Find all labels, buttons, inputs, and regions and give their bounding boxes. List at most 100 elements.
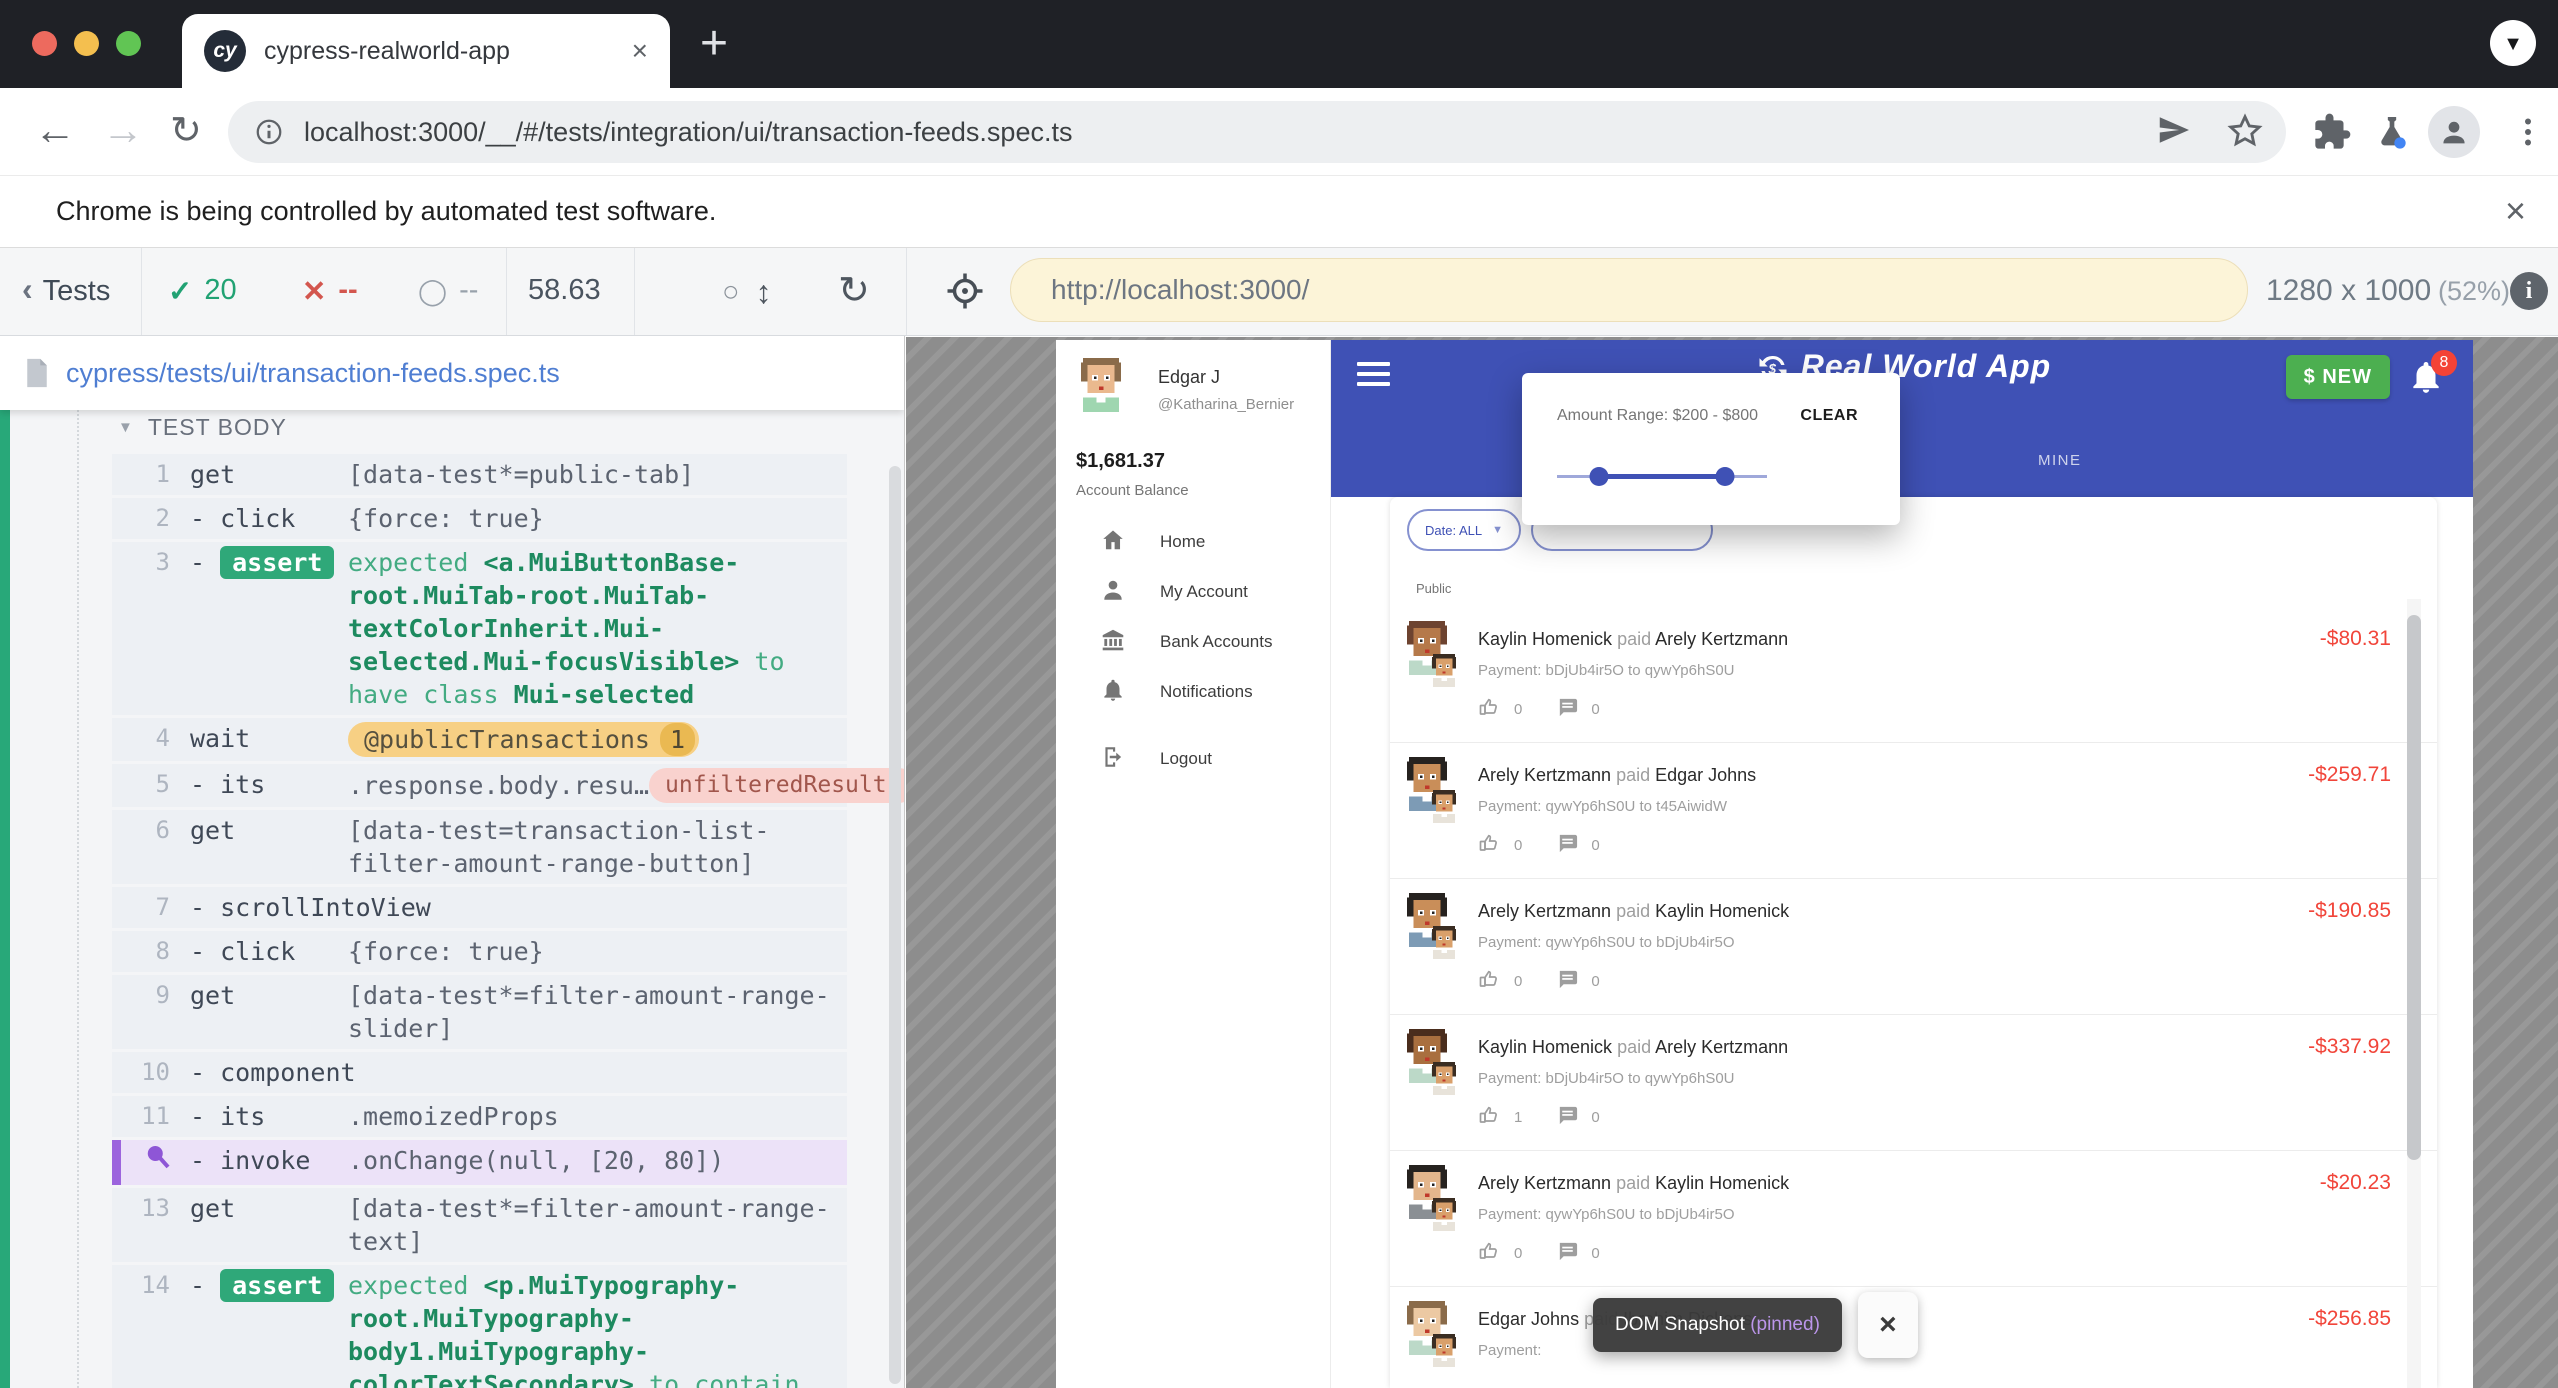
slider-active-range <box>1599 474 1725 479</box>
app-sidebar: Edgar J @Katharina_Bernier $1,681.37 Acc… <box>1056 340 1331 1388</box>
downloads-button[interactable]: ▼ <box>2490 20 2536 66</box>
command-number: 9 <box>112 979 170 1045</box>
macos-close-button[interactable] <box>32 31 57 56</box>
restart-tests-button[interactable]: ↻ <box>838 268 870 313</box>
slider-thumb-max[interactable] <box>1716 467 1735 486</box>
sidebar-item-home[interactable]: Home <box>1056 517 1330 567</box>
bookmark-star-icon[interactable] <box>2226 112 2264 150</box>
new-transaction-button[interactable]: $ NEW <box>2286 355 2390 399</box>
transaction-description: Payment: qywYp6hS0U to bDjUb4ir5O <box>1478 934 1735 951</box>
like-button[interactable] <box>1478 695 1502 723</box>
command-number: 4 <box>112 722 170 757</box>
selector-playground-button[interactable] <box>944 270 986 320</box>
command-message: {force: true} <box>348 502 835 535</box>
command-row[interactable]: 7- scrollIntoView <box>112 887 847 928</box>
viewport-info-icon[interactable]: i <box>2510 272 2548 310</box>
command-number: 11 <box>112 1100 170 1133</box>
command-row[interactable]: 6get[data-test=transaction-list-filter-a… <box>112 810 847 884</box>
like-button[interactable] <box>1478 1239 1502 1267</box>
pin-icon <box>143 1141 177 1175</box>
amount-range-text: Amount Range: $200 - $800 <box>1557 407 1758 425</box>
command-row[interactable]: 1get[data-test*=public-tab] <box>112 454 847 495</box>
circle-icon: ◯ <box>418 276 447 307</box>
browser-menu-icon[interactable] <box>2510 114 2546 150</box>
command-row[interactable]: 13get[data-test*=filter-amount-range-tex… <box>112 1188 847 1262</box>
transaction-row[interactable]: Arely Kertzmann paid Kaylin HomenickPaym… <box>1390 879 2437 1015</box>
macos-minimize-button[interactable] <box>74 31 99 56</box>
sidebar-item-logout[interactable]: Logout <box>1056 734 1330 784</box>
command-row[interactable]: 10- component <box>112 1052 847 1093</box>
like-button[interactable] <box>1478 967 1502 995</box>
comment-button[interactable] <box>1556 1104 1579 1131</box>
comment-button[interactable] <box>1556 696 1579 723</box>
sidebar-item-notifications[interactable]: Notifications <box>1056 667 1330 717</box>
command-row[interactable]: 2- click{force: true} <box>112 498 847 539</box>
viewport-size: 1280 x 1000 <box>2266 274 2431 308</box>
pixel-avatar-icon <box>1430 1198 1458 1231</box>
spec-path-link[interactable]: cypress/tests/ui/transaction-feeds.spec.… <box>66 358 560 389</box>
aut-url-display[interactable]: http://localhost:3000/ <box>1010 258 2248 322</box>
command-row[interactable]: 5- its.response.body.resu…unfilteredResu… <box>112 764 847 807</box>
transaction-row[interactable]: Kaylin Homenick paid Arely KertzmannPaym… <box>1390 607 2437 743</box>
test-body-toggle[interactable]: ▼ TEST BODY <box>118 414 287 441</box>
sidebar-item-bank-accounts[interactable]: Bank Accounts <box>1056 617 1330 667</box>
command-row[interactable]: 3- assertexpected <a.MuiButtonBase-root.… <box>112 542 847 715</box>
command-message: @publicTransactions1 <box>348 722 835 757</box>
date-filter-chip[interactable]: Date: ALL ▼ <box>1407 509 1521 551</box>
sidebar-item-my-account[interactable]: My Account <box>1056 567 1330 617</box>
chevron-down-icon: ▼ <box>1492 524 1503 536</box>
command-row[interactable]: 8- click{force: true} <box>112 931 847 972</box>
back-to-tests-button[interactable]: ‹ Tests <box>22 274 110 308</box>
transaction-row[interactable]: Kaylin Homenick paid Arely KertzmannPaym… <box>1390 1015 2437 1151</box>
transaction-row[interactable]: Arely Kertzmann paid Kaylin HomenickPaym… <box>1390 1151 2437 1287</box>
comment-count: 0 <box>1591 973 1599 990</box>
tab-mine[interactable]: MINE <box>2038 452 2082 469</box>
infobar-close-icon[interactable]: × <box>2505 190 2526 232</box>
browser-profile-avatar[interactable] <box>2428 106 2480 158</box>
like-button[interactable] <box>1478 1103 1502 1131</box>
address-bar[interactable]: localhost:3000/__/#/tests/integration/ui… <box>228 101 2286 163</box>
transaction-amount: -$20.23 <box>2320 1171 2391 1195</box>
reporter-scrollbar[interactable] <box>889 466 901 1384</box>
snapshot-unpin-button[interactable]: × <box>1858 1292 1918 1358</box>
transaction-social: 10 <box>1478 1103 1600 1131</box>
command-row[interactable]: - invoke.onChange(null, [20, 80]) <box>112 1140 847 1185</box>
notification-count-badge: 8 <box>2431 350 2457 376</box>
command-message: [data-test*=filter-amount-range-slider] <box>348 979 835 1045</box>
command-row[interactable]: 9 get[data-test*=filter-amount-range-slid… <box>112 975 847 1049</box>
clear-button[interactable]: CLEAR <box>1800 407 1858 425</box>
command-row[interactable]: 4wait@publicTransactions1 <box>112 718 847 761</box>
transaction-social: 00 <box>1478 1239 1600 1267</box>
extensions-puzzle-icon[interactable] <box>2312 112 2352 152</box>
like-button[interactable] <box>1478 831 1502 859</box>
command-message <box>348 891 835 924</box>
transaction-row[interactable]: Arely Kertzmann paid Edgar JohnsPayment:… <box>1390 743 2437 879</box>
command-row[interactable]: 11- its.memoizedProps <box>112 1096 847 1137</box>
feed-scrollbar-thumb[interactable] <box>2407 615 2421 1160</box>
command-method: get <box>190 1192 340 1258</box>
amount-range-slider[interactable] <box>1557 467 1767 487</box>
comment-button[interactable] <box>1556 968 1579 995</box>
user-handle: @Katharina_Bernier <box>1158 396 1294 413</box>
pixel-avatar-icon <box>1430 790 1458 823</box>
slider-thumb-min[interactable] <box>1590 467 1609 486</box>
comment-button[interactable] <box>1556 1240 1579 1267</box>
command-message: [data-test*=public-tab] <box>348 458 835 491</box>
forward-button[interactable]: → <box>102 106 144 154</box>
command-number: 13 <box>112 1192 170 1258</box>
new-tab-button[interactable]: + <box>700 18 728 70</box>
command-row[interactable]: 14- assertexpected <p.MuiTypography-root… <box>112 1265 847 1388</box>
reload-button[interactable]: ↻ <box>170 108 202 153</box>
send-tab-icon[interactable] <box>2156 112 2192 148</box>
command-method: get <box>190 979 340 1045</box>
notifications-bell-button[interactable]: 8 <box>2407 358 2451 402</box>
auto-scroll-toggle[interactable]: ○↕ <box>722 274 772 311</box>
tab-close-icon[interactable]: × <box>632 37 648 65</box>
comment-button[interactable] <box>1556 832 1579 859</box>
browser-tab[interactable]: cy cypress-realworld-app × <box>182 14 670 88</box>
back-button[interactable]: ← <box>34 106 76 154</box>
command-number <box>121 1144 170 1181</box>
page-info-icon[interactable] <box>254 117 284 147</box>
flask-extension-icon[interactable] <box>2372 112 2412 152</box>
macos-zoom-button[interactable] <box>116 31 141 56</box>
